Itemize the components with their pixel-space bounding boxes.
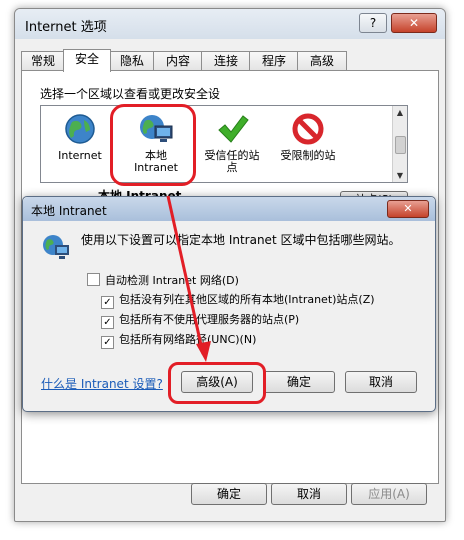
option-auto-detect[interactable]: 自动检测 Intranet 网络(D) xyxy=(87,273,239,288)
zone-restricted-sites[interactable]: 受限制的站 xyxy=(271,112,345,162)
scroll-up-arrow-icon[interactable]: ▲ xyxy=(393,106,407,119)
intranet-icon xyxy=(43,235,69,259)
zone-trusted-sites[interactable]: 受信任的站 点 xyxy=(195,112,269,174)
dialog-title: 本地 Intranet xyxy=(31,204,107,218)
zone-list[interactable]: Internet 本地 Intranet 受信任的站 点 受限制的站 ▲ ▼ xyxy=(40,105,408,183)
highlight-circle-advanced xyxy=(168,362,266,404)
tab-privacy[interactable]: 隐私 xyxy=(109,51,155,70)
tab-security[interactable]: 安全 xyxy=(63,49,111,72)
checkbox[interactable]: ✓ xyxy=(101,336,114,349)
prohibited-icon xyxy=(292,113,324,145)
cancel-button[interactable]: 取消 xyxy=(271,483,347,505)
checkbox[interactable] xyxy=(87,273,100,286)
zone-label: Internet xyxy=(58,149,102,162)
dialog-close-button[interactable]: ✕ xyxy=(387,200,429,218)
checkbox[interactable]: ✓ xyxy=(101,296,114,309)
option-bypass-proxy[interactable]: ✓ 包括所有不使用代理服务器的站点(P) xyxy=(101,313,299,329)
help-button[interactable]: ? xyxy=(359,13,387,33)
scroll-thumb[interactable] xyxy=(395,136,406,154)
scroll-down-arrow-icon[interactable]: ▼ xyxy=(393,169,407,182)
zone-label: 受信任的站 点 xyxy=(204,149,260,174)
window-title: Internet 选项 xyxy=(25,20,107,35)
checkbox[interactable]: ✓ xyxy=(101,316,114,329)
option-label: 包括所有不使用代理服务器的站点(P) xyxy=(119,313,300,326)
dialog-titlebar[interactable]: 本地 Intranet ✕ xyxy=(23,197,435,221)
dialog-cancel-button[interactable]: 取消 xyxy=(345,371,417,393)
zone-prompt: 选择一个区域以查看或更改安全设 xyxy=(40,87,221,101)
globe-icon xyxy=(65,114,95,144)
option-label: 自动检测 Intranet 网络(D) xyxy=(105,274,239,287)
highlight-circle-intranet xyxy=(110,104,196,186)
option-unc-paths[interactable]: ✓ 包括所有网络路径(UNC)(N) xyxy=(101,333,256,349)
zone-label: 受限制的站 xyxy=(280,149,336,162)
option-label: 包括所有网络路径(UNC)(N) xyxy=(119,333,257,346)
option-include-local-sites[interactable]: ✓ 包括没有列在其他区域的所有本地(Intranet)站点(Z) xyxy=(101,293,375,309)
apply-button[interactable]: 应用(A) xyxy=(351,483,427,505)
window-titlebar[interactable]: Internet 选项 ? ✕ xyxy=(15,9,445,39)
checkmark-icon xyxy=(218,115,249,143)
dialog-description: 使用以下设置可以指定本地 Intranet 区域中包括哪些网站。 xyxy=(81,233,401,247)
tab-general[interactable]: 常规 xyxy=(21,51,65,70)
option-label: 包括没有列在其他区域的所有本地(Intranet)站点(Z) xyxy=(119,293,375,306)
close-button[interactable]: ✕ xyxy=(391,13,437,33)
zone-internet[interactable]: Internet xyxy=(43,112,117,162)
zone-list-scrollbar[interactable]: ▲ ▼ xyxy=(392,106,407,182)
dialog-ok-button[interactable]: 确定 xyxy=(263,371,335,393)
tab-content[interactable]: 内容 xyxy=(153,51,203,70)
tab-advanced[interactable]: 高级 xyxy=(297,51,347,70)
tab-programs[interactable]: 程序 xyxy=(249,51,299,70)
ok-button[interactable]: 确定 xyxy=(191,483,267,505)
intranet-settings-help-link[interactable]: 什么是 Intranet 设置? xyxy=(41,375,163,392)
tab-connections[interactable]: 连接 xyxy=(201,51,251,70)
